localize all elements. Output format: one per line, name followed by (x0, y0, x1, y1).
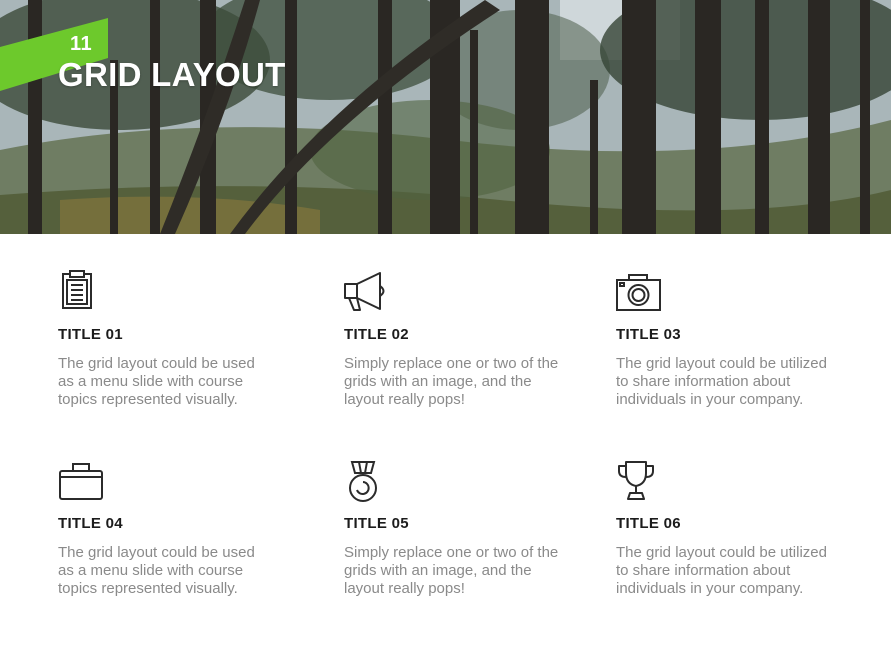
grid-item-text: The grid layout could be utilized to sha… (616, 544, 827, 597)
grid-item-title: TITLE 01 (58, 326, 123, 343)
grid-item-title: TITLE 03 (616, 326, 681, 343)
slide-title: GRID LAYOUT (58, 56, 286, 93)
grid-item-text: Simply replace one or two of the grids w… (344, 544, 559, 597)
grid-item-04: TITLE 04 The grid layout could be used a… (58, 459, 288, 597)
grid-item-text: The grid layout could be used as a menu … (58, 355, 255, 408)
grid-item-03: TITLE 03 The grid layout could be utiliz… (616, 270, 846, 408)
grid-item-title: TITLE 05 (344, 515, 409, 532)
briefcase-icon (59, 463, 103, 500)
grid-item-title: TITLE 06 (616, 515, 681, 532)
grid-item-text: Simply replace one or two of the grids w… (344, 355, 559, 408)
camera-icon (616, 274, 661, 311)
grid-item-05: TITLE 05 Simply replace one or two of th… (344, 459, 574, 597)
slide-number: 11 (70, 33, 93, 55)
forest-photo (0, 0, 891, 234)
trophy-icon (618, 461, 654, 500)
grid-item-title: TITLE 02 (344, 326, 409, 343)
grid-item-text: The grid layout could be used as a menu … (58, 544, 255, 597)
header-photo: 11 GRID LAYOUT (0, 0, 891, 234)
grid-item-01: TITLE 01 The grid layout could be used a… (58, 270, 288, 408)
grid-item-02: TITLE 02 Simply replace one or two of th… (344, 270, 574, 408)
megaphone-icon (344, 272, 385, 311)
clipboard-icon (62, 270, 92, 309)
grid-item-text: The grid layout could be utilized to sha… (616, 355, 827, 408)
grid-item-title: TITLE 04 (58, 515, 123, 532)
grid-item-06: TITLE 06 The grid layout could be utiliz… (616, 459, 846, 597)
medal-icon (349, 461, 377, 502)
